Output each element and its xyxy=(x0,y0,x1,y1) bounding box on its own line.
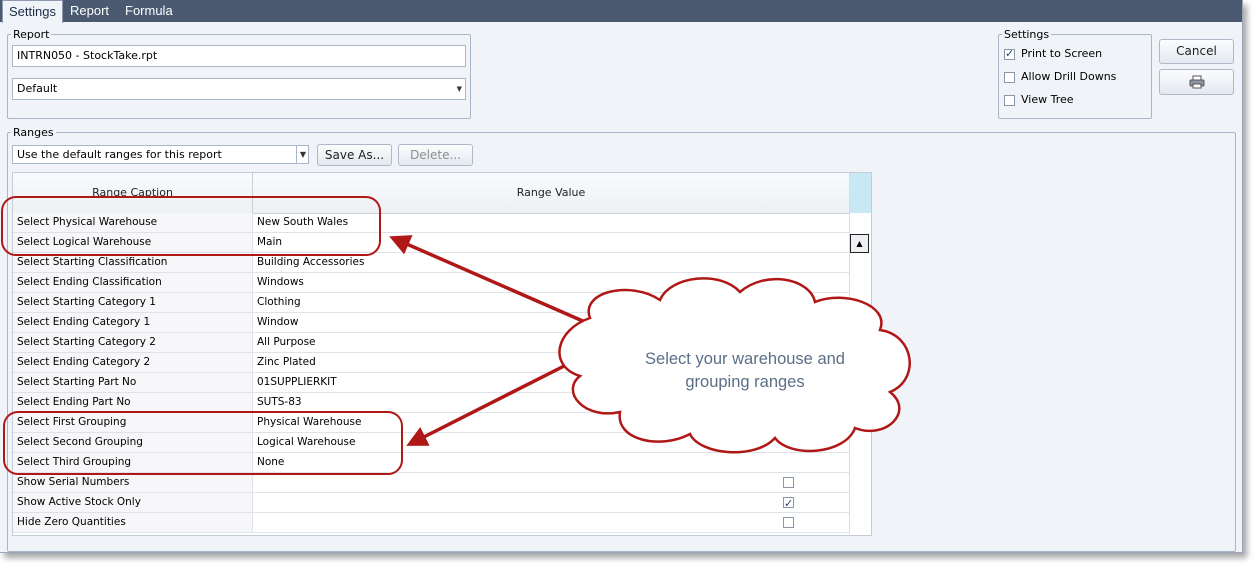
annotation-overlay xyxy=(1,196,911,475)
grouping-highlight-outline xyxy=(3,411,403,475)
annotation-arrow-grouping xyxy=(406,360,573,446)
annotation-arrow-warehouse xyxy=(389,235,586,324)
callout-text-line1: Select your warehouse and xyxy=(645,350,845,368)
report-settings-window: Settings Report Formula Report INTRN050 … xyxy=(0,0,1243,553)
callout-text: Select your warehouse and grouping range… xyxy=(612,348,878,394)
callout-text-line2: grouping ranges xyxy=(685,373,805,391)
warehouse-highlight-outline xyxy=(1,196,381,256)
